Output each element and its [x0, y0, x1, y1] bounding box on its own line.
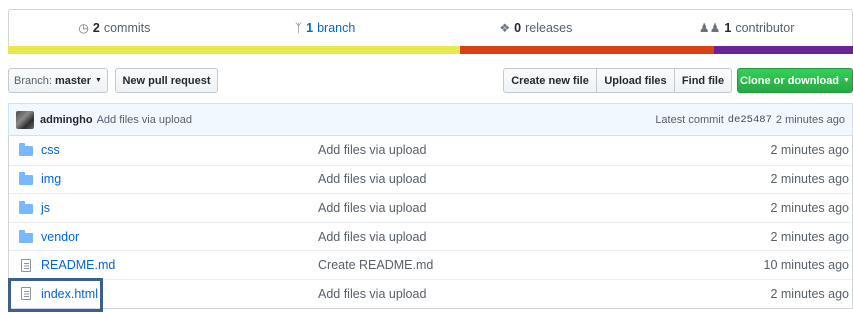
folder-icon: [18, 229, 34, 243]
folder-icon: [18, 143, 34, 157]
file-icon: [18, 258, 34, 272]
language-segment[interactable]: [8, 46, 461, 54]
releases-count: 0: [514, 21, 522, 35]
upload-files-button[interactable]: Upload files: [596, 68, 675, 93]
branch-select-button[interactable]: Branch: master ▼: [8, 68, 108, 93]
file-commit-message[interactable]: Add files via upload: [318, 230, 426, 244]
commit-age: 2 minutes ago: [775, 113, 845, 126]
branch-name: master: [54, 74, 92, 87]
folder-icon: [18, 200, 34, 214]
commit-sha[interactable]: de25487: [728, 114, 772, 126]
latest-commit-label: Latest commit: [655, 113, 724, 126]
file-name-link[interactable]: css: [41, 143, 316, 157]
commit-meta: Latest commit de25487 2 minutes ago: [655, 114, 845, 126]
contributors-link[interactable]: ♟♟ 1 contributor: [641, 10, 852, 46]
language-segment[interactable]: [713, 46, 853, 54]
file-row[interactable]: vendor Add files via upload 2 minutes ago: [9, 221, 852, 251]
contributors-label: contributor: [735, 21, 795, 35]
file-commit-message[interactable]: Create README.md: [318, 258, 433, 272]
releases-link[interactable]: ❖ 0 releases: [431, 10, 642, 46]
file-name-link[interactable]: js: [41, 201, 316, 215]
branches-label: branch: [317, 21, 356, 35]
file-age: 2 minutes ago: [770, 286, 849, 301]
clone-or-download-label: Clone or download: [740, 74, 840, 87]
avatar[interactable]: [16, 110, 34, 129]
commits-label: commits: [103, 21, 151, 35]
commits-link[interactable]: ◷ 2 commits: [9, 10, 220, 46]
releases-label: releases: [525, 21, 573, 35]
git-branch-icon: ᛉ: [294, 21, 303, 35]
caret-down-icon: ▼: [843, 77, 850, 84]
branch-prefix: Branch:: [14, 74, 52, 87]
file-commit-message[interactable]: Add files via upload: [318, 287, 426, 301]
selection-highlight: [8, 278, 103, 312]
branches-link[interactable]: ᛉ 1 branch: [220, 10, 431, 46]
language-bar[interactable]: [8, 46, 853, 54]
file-commit-message[interactable]: Add files via upload: [318, 143, 426, 157]
file-age: 2 minutes ago: [770, 200, 849, 215]
contributors-count: 1: [724, 21, 732, 35]
branches-count: 1: [306, 21, 314, 35]
file-row[interactable]: css Add files via upload 2 minutes ago: [9, 136, 852, 165]
latest-commit-bar: admingho Add files via upload Latest com…: [8, 103, 853, 136]
clone-or-download-button[interactable]: Clone or download ▼: [737, 68, 853, 93]
file-name-link[interactable]: README.md: [41, 258, 316, 272]
file-row[interactable]: README.md Create README.md 10 minutes ago: [9, 250, 852, 279]
caret-down-icon: ▼: [95, 77, 102, 84]
commit-author[interactable]: admingho: [40, 114, 93, 126]
file-actions-group: Create new file Upload files Find file: [503, 68, 732, 93]
language-segment[interactable]: [460, 46, 714, 54]
file-age: 2 minutes ago: [770, 143, 849, 158]
create-new-file-button[interactable]: Create new file: [503, 68, 597, 93]
history-icon: ◷: [78, 21, 89, 35]
file-commit-message[interactable]: Add files via upload: [318, 172, 426, 186]
file-list: css Add files via upload 2 minutes ago img A…: [8, 136, 853, 309]
file-row[interactable]: js Add files via upload 2 minutes ago: [9, 193, 852, 222]
new-pull-request-button[interactable]: New pull request: [115, 68, 218, 93]
commit-message[interactable]: Add files via upload: [97, 114, 192, 126]
file-row[interactable]: index.html Add files via upload 2 minutes …: [9, 278, 852, 308]
file-age: 10 minutes ago: [763, 258, 849, 273]
tag-icon: ❖: [499, 21, 511, 35]
file-name-link[interactable]: vendor: [41, 230, 316, 244]
commits-count: 2: [92, 21, 100, 35]
repo-summary-bar: ◷ 2 commits ᛉ 1 branch ❖ 0 releases ♟♟ 1…: [8, 9, 853, 46]
file-age: 2 minutes ago: [770, 172, 849, 187]
file-age: 2 minutes ago: [770, 229, 849, 244]
file-commit-message[interactable]: Add files via upload: [318, 201, 426, 215]
people-icon: ♟♟: [698, 21, 721, 35]
file-name-link[interactable]: img: [41, 172, 316, 186]
find-file-button[interactable]: Find file: [674, 68, 732, 93]
file-row[interactable]: img Add files via upload 2 minutes ago: [9, 164, 852, 194]
folder-icon: [18, 172, 34, 186]
